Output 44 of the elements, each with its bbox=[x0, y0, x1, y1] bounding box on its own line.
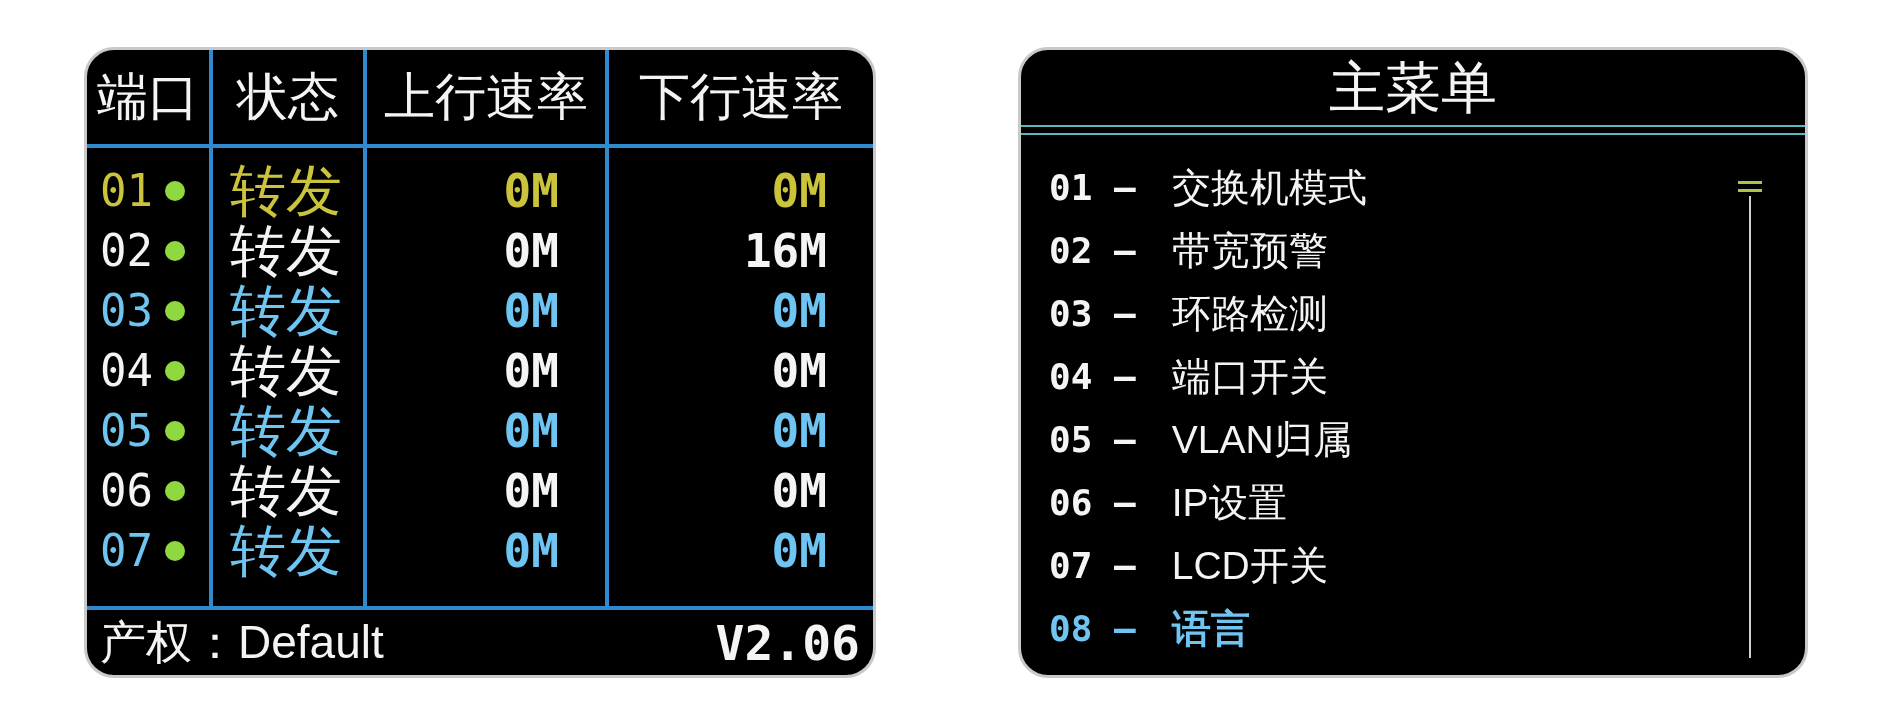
scroll-thumb[interactable] bbox=[1738, 181, 1762, 192]
download-rate: 0M bbox=[771, 348, 827, 394]
upload-rate: 0M bbox=[503, 228, 559, 274]
menu-title: 主菜单 bbox=[1021, 50, 1805, 127]
download-rate: 0M bbox=[771, 288, 827, 334]
upload-rate: 0M bbox=[503, 468, 559, 514]
menu-item[interactable]: 02 – 带宽预警 bbox=[1021, 219, 1328, 282]
port-status: 转发 bbox=[229, 521, 343, 581]
version-text: V2.06 bbox=[715, 614, 860, 671]
port-number: 07 bbox=[100, 529, 153, 573]
download-rate: 0M bbox=[771, 528, 827, 574]
copyright-text: 产权：Default bbox=[100, 614, 384, 670]
port-status: 转发 bbox=[229, 341, 343, 401]
menu-item[interactable]: 05 – VLAN归属 bbox=[1021, 408, 1352, 471]
menu-item[interactable]: 07 – LCD开关 bbox=[1021, 534, 1328, 597]
upload-rate: 0M bbox=[503, 168, 559, 214]
column-header: 下行速率 bbox=[609, 50, 873, 148]
column-header: 端口 bbox=[87, 50, 209, 148]
port-status: 转发 bbox=[229, 281, 343, 341]
port-number: 01 bbox=[100, 169, 153, 213]
port-number: 02 bbox=[100, 229, 153, 273]
port-number: 03 bbox=[100, 289, 153, 333]
menu-item[interactable]: 06 – IP设置 bbox=[1021, 471, 1287, 534]
menu-item[interactable]: 01 – 交换机模式 bbox=[1021, 156, 1367, 219]
column-header: 状态 bbox=[213, 50, 363, 148]
menu-item[interactable]: 03 – 环路检测 bbox=[1021, 282, 1328, 345]
menu-item[interactable]: 04 – 端口开关 bbox=[1021, 345, 1328, 408]
port-number: 04 bbox=[100, 349, 153, 393]
download-rate: 0M bbox=[771, 408, 827, 454]
download-rate: 0M bbox=[771, 468, 827, 514]
upload-rate: 0M bbox=[503, 528, 559, 574]
port-status: 转发 bbox=[229, 401, 343, 461]
upload-rate: 0M bbox=[503, 408, 559, 454]
download-rate: 0M bbox=[771, 168, 827, 214]
column-header: 上行速率 bbox=[367, 50, 605, 148]
download-rate: 16M bbox=[743, 228, 827, 274]
port-status: 转发 bbox=[229, 221, 343, 281]
port-number: 05 bbox=[100, 409, 153, 453]
upload-rate: 0M bbox=[503, 348, 559, 394]
menu-item[interactable]: 08 – 语言 bbox=[1021, 597, 1250, 660]
port-number: 06 bbox=[100, 469, 153, 513]
upload-rate: 0M bbox=[503, 288, 559, 334]
port-status: 转发 bbox=[229, 161, 343, 221]
port-status: 转发 bbox=[229, 461, 343, 521]
